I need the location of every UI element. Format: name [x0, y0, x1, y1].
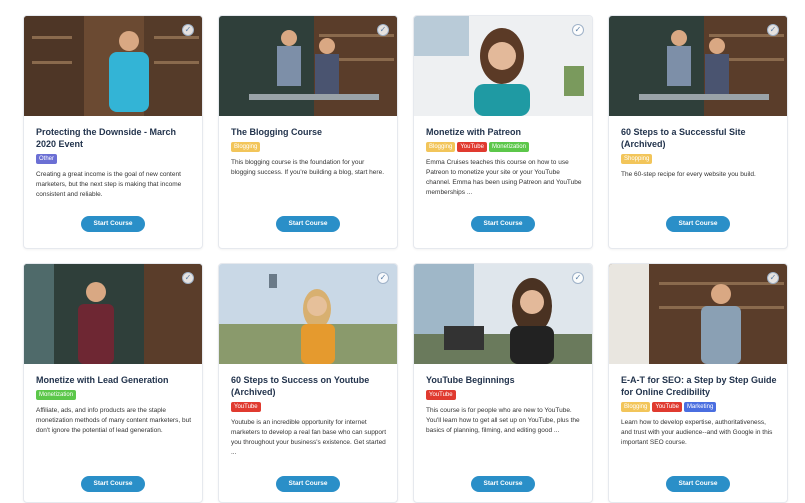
course-title: 60 Steps to Success on Youtube (Archived… [231, 375, 370, 397]
tag-badge: Shopping [621, 154, 653, 164]
course-card[interactable]: ✓ Monetize with Lead Generation Monetiza… [23, 263, 203, 503]
course-title: Monetize with Patreon [426, 127, 522, 137]
check-icon: ✓ [767, 24, 779, 36]
tag-badge: Marketing [683, 402, 717, 412]
course-card[interactable]: ✓ Monetize with Patreon Blogging YouTube… [413, 15, 593, 249]
tag-badge: Monetization [36, 390, 77, 400]
tag-badge: Blogging [426, 142, 456, 152]
tag-list: YouTube [426, 390, 582, 400]
course-thumbnail[interactable]: ✓ [219, 16, 397, 116]
course-description: Emma Cruises teaches this course on how … [426, 159, 582, 196]
start-course-button[interactable]: Start Course [276, 476, 340, 492]
check-icon: ✓ [182, 24, 194, 36]
check-icon: ✓ [572, 272, 584, 284]
tag-badge: YouTube [457, 142, 487, 152]
tag-list: Blogging [231, 142, 387, 152]
tag-badge: Blogging [231, 142, 261, 152]
tag-list: YouTube [231, 402, 387, 412]
course-thumbnail[interactable]: ✓ [414, 264, 592, 364]
check-icon: ✓ [572, 24, 584, 36]
course-card[interactable]: ✓ The Blogging Course Blogging This blog… [218, 15, 398, 249]
tag-list: Blogging YouTube Marketing [621, 402, 777, 412]
start-course-button[interactable]: Start Course [471, 476, 535, 492]
start-course-button[interactable]: Start Course [81, 216, 145, 232]
start-course-button[interactable]: Start Course [666, 216, 730, 232]
tag-badge: Other [36, 154, 58, 164]
start-course-button[interactable]: Start Course [81, 476, 145, 492]
course-title: YouTube Beginnings [426, 375, 515, 385]
start-course-button[interactable]: Start Course [666, 476, 730, 492]
tag-badge: YouTube [652, 402, 682, 412]
course-thumbnail[interactable]: ✓ [414, 16, 592, 116]
course-title: The Blogging Course [231, 127, 322, 137]
course-card[interactable]: ✓ 60 Steps to a Successful Site (Archive… [608, 15, 788, 249]
tag-badge: Monetization [488, 142, 529, 152]
check-icon: ✓ [182, 272, 194, 284]
course-description: This course is for people who are new to… [426, 407, 580, 434]
course-title: E-A-T for SEO: a Step by Step Guide for … [621, 375, 777, 397]
course-description: Youtube is an incredible opportunity for… [231, 419, 387, 456]
check-icon: ✓ [377, 272, 389, 284]
course-thumbnail[interactable]: ✓ [24, 264, 202, 364]
course-card[interactable]: ✓ E-A-T for SEO: a Step by Step Guide fo… [608, 263, 788, 503]
tag-list: Shopping [621, 154, 777, 164]
course-title: Protecting the Downside - March 2020 Eve… [36, 127, 177, 149]
tag-badge: YouTube [426, 390, 456, 400]
course-thumbnail[interactable]: ✓ [609, 16, 787, 116]
tag-badge: YouTube [231, 402, 261, 412]
course-thumbnail[interactable]: ✓ [219, 264, 397, 364]
course-title: Monetize with Lead Generation [36, 375, 169, 385]
course-description: Affiliate, ads, and info products are th… [36, 407, 191, 434]
tag-list: Other [36, 154, 192, 164]
course-title: 60 Steps to a Successful Site (Archived) [621, 127, 746, 149]
tag-list: Monetization [36, 390, 192, 400]
course-card[interactable]: ✓ YouTube Beginnings YouTube This course… [413, 263, 593, 503]
course-card[interactable]: ✓ 60 Steps to Success on Youtube (Archiv… [218, 263, 398, 503]
check-icon: ✓ [377, 24, 389, 36]
tag-badge: Blogging [621, 402, 651, 412]
course-card[interactable]: ✓ Protecting the Downside - March 2020 E… [23, 15, 203, 249]
course-thumbnail[interactable]: ✓ [24, 16, 202, 116]
course-thumbnail[interactable]: ✓ [609, 264, 787, 364]
start-course-button[interactable]: Start Course [471, 216, 535, 232]
check-icon: ✓ [767, 272, 779, 284]
course-description: Learn how to develop expertise, authorit… [621, 419, 773, 446]
course-description: This blogging course is the foundation f… [231, 159, 384, 176]
start-course-button[interactable]: Start Course [276, 216, 340, 232]
tag-list: Blogging YouTube Monetization [426, 142, 582, 152]
course-description: The 60-step recipe for every website you… [621, 171, 756, 178]
course-description: Creating a great income is the goal of n… [36, 171, 182, 198]
